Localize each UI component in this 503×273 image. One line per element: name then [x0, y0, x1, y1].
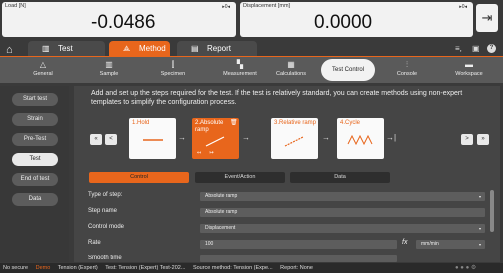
sidebar-item-strain[interactable]: Strain	[12, 113, 58, 126]
displacement-readout: Displacement [mm] 0.0000 ▸0◂	[240, 2, 473, 37]
tab-test-label: Test	[58, 44, 73, 53]
measurement-icon: ▚	[236, 60, 244, 69]
tab-control[interactable]: Control	[89, 172, 189, 183]
next-step-button[interactable]: >	[461, 134, 473, 145]
toolbar-sample[interactable]: ▥ Sample	[82, 59, 136, 81]
type-of-step-label: Type of step:	[88, 192, 123, 198]
rate-unit-select[interactable]: mm/min ▾	[416, 240, 485, 249]
first-step-button[interactable]: «	[90, 134, 102, 145]
secure-status: No secure	[3, 265, 29, 271]
toolbar-measurement[interactable]: ▚ Measurement	[213, 59, 267, 81]
home-icon[interactable]: ⌂	[6, 44, 13, 56]
load-value: -0.0486	[91, 12, 156, 33]
end-arrow-icon: →|	[386, 133, 397, 142]
load-zero-button[interactable]: ▸0◂	[222, 4, 230, 10]
load-label: Load [N]	[5, 3, 26, 9]
specimen-icon: ⫿	[171, 60, 175, 69]
intro-text: Add and set up the steps required for th…	[91, 90, 463, 106]
step-card-cycle[interactable]: 4.Cycle	[337, 118, 384, 159]
calculations-icon: ▦	[287, 60, 295, 69]
toolbar-calculations[interactable]: ▦ Calculations	[264, 59, 318, 81]
ramp-icon	[205, 136, 225, 147]
sidebar-item-end-of-test[interactable]: End of test	[12, 173, 58, 186]
displacement-label: Displacement [mm]	[243, 3, 291, 9]
chevron-down-icon: ▾	[478, 194, 481, 199]
sidebar-item-test[interactable]: Test	[12, 153, 58, 166]
status-indicator-icons: ● ● ● ⚙	[455, 265, 477, 271]
sidebar-item-data[interactable]: Data	[12, 193, 58, 206]
arrow-icon: →	[178, 133, 186, 142]
tab-report[interactable]: ▤ Report	[177, 41, 257, 57]
step-name-label: Step name	[88, 208, 118, 214]
workspace-icon: ▬	[465, 60, 473, 69]
step-name: 3.Relative ramp	[274, 120, 317, 126]
report-icon: ▤	[191, 44, 199, 53]
delete-step-icon[interactable]: 🗑	[230, 119, 238, 126]
tab-report-label: Report	[207, 44, 232, 53]
arrow-icon: →	[322, 133, 330, 142]
toolbar-test-control[interactable]: Test Control	[321, 59, 375, 81]
fx-icon[interactable]: fx	[402, 239, 407, 246]
smooth-time-label: Smooth time	[88, 255, 122, 261]
sidebar-item-start-test[interactable]: Start test	[12, 93, 58, 106]
step-name: 1.Hold	[132, 120, 150, 126]
smooth-time-input[interactable]	[200, 255, 397, 262]
source-method: Source method: Tension (Expe...	[192, 265, 273, 271]
last-step-button[interactable]: »	[477, 134, 489, 145]
toolbar-specimen[interactable]: ⫿ Specimen	[146, 59, 200, 81]
test-name: Test: Tension (Expert) Test-202...	[105, 265, 186, 271]
tab-data[interactable]: Data	[290, 172, 390, 183]
general-icon: △	[39, 60, 47, 69]
sidebar-item-pre-test[interactable]: Pre-Test	[12, 133, 58, 146]
cycle-icon	[347, 134, 373, 146]
tab-test[interactable]: ▥ Test	[28, 41, 105, 57]
resize-icon: ↤ ↦	[197, 150, 214, 156]
tab-method[interactable]: ⟁ Method	[109, 41, 170, 57]
control-mode-select[interactable]: Displacement ▾	[200, 224, 485, 233]
exit-icon[interactable]: ⇥	[476, 4, 498, 32]
hold-icon	[143, 139, 163, 141]
method-toolbar: △ General ▥ Sample ⫿ Specimen ▚ Measurem…	[0, 57, 503, 83]
help-icon[interactable]: ?	[487, 44, 496, 53]
test-icon: ▥	[42, 44, 50, 53]
tab-event-action[interactable]: Event/Action	[195, 172, 285, 183]
toolbar-general[interactable]: △ General	[16, 59, 70, 81]
step-card-relative-ramp[interactable]: 3.Relative ramp	[271, 118, 318, 159]
step-name-input[interactable]: Absolute ramp	[200, 208, 485, 217]
prev-step-button[interactable]: <	[105, 134, 117, 145]
sample-icon: ▥	[105, 60, 113, 69]
save-icon[interactable]: ▣	[472, 44, 480, 53]
displacement-zero-button[interactable]: ▸0◂	[459, 4, 467, 10]
console-icon: ⫶	[406, 60, 408, 69]
report-status: Report: None	[280, 265, 313, 271]
step-name: 2.Absolute ramp	[195, 120, 224, 133]
control-mode-label: Control mode	[88, 224, 125, 230]
step-sidebar: Start test Strain Pre-Test Test End of t…	[0, 86, 69, 262]
list-icon[interactable]: ≡,	[455, 44, 462, 53]
chevron-down-icon: ▾	[478, 226, 481, 231]
step-card-absolute-ramp[interactable]: 2.Absolute ramp 🗑 ↤ ↦	[192, 118, 239, 159]
type-of-step-select[interactable]: Absolute ramp ▾	[200, 192, 485, 201]
method-type: Tension (Expert)	[57, 265, 98, 271]
rate-label: Rate	[88, 240, 101, 246]
demo-badge: Demo	[35, 265, 51, 271]
toolbar-workspace[interactable]: ▬ Workspace	[442, 59, 496, 81]
toolbar-console[interactable]: ⫶ Console	[380, 59, 434, 81]
load-readout: Load [N] -0.0486 ▸0◂	[2, 2, 236, 37]
rate-input[interactable]: 100	[200, 240, 397, 249]
step-card-hold[interactable]: 1.Hold	[129, 118, 176, 159]
relative-ramp-icon	[284, 136, 304, 147]
properties-scrollbar[interactable]	[490, 190, 494, 232]
method-icon: ⟁	[123, 44, 131, 53]
step-name: 4.Cycle	[340, 120, 361, 126]
chevron-down-icon: ▾	[478, 242, 481, 247]
status-bar: No secure Demo Tension (Expert) Test: Te…	[0, 263, 503, 273]
arrow-icon: →	[242, 133, 250, 142]
tab-method-label: Method	[139, 44, 166, 53]
displacement-value: 0.0000	[314, 12, 373, 33]
